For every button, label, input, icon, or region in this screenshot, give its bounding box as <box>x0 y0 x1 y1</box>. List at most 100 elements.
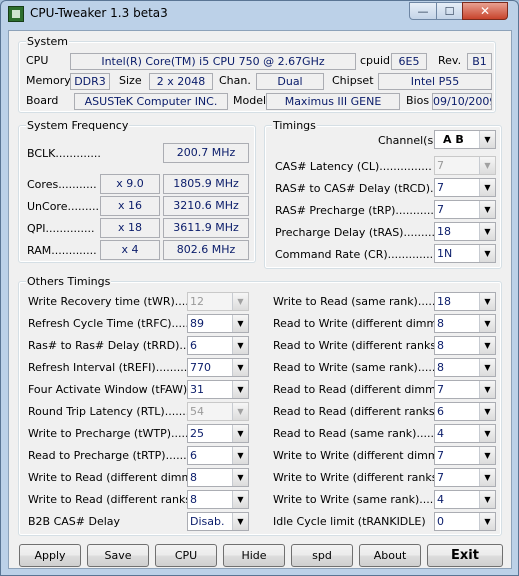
cpu-name-field: Intel(R) Core(TM) i5 CPU 750 @ 2.67GHz <box>70 53 356 70</box>
timing-label-trcd: RAS# to CAS# Delay (tRCD)....... <box>275 182 455 195</box>
left-timing-select[interactable]: 8 ▼ <box>187 490 249 509</box>
right-timing-value: 4 <box>437 427 444 440</box>
channels-label: Channel(s) <box>378 134 438 147</box>
left-timing-select[interactable]: 770 ▼ <box>187 358 249 377</box>
chevron-down-icon: ▼ <box>479 293 495 310</box>
cpuid-field: 6E5 <box>391 53 427 70</box>
left-timing-value: 6 <box>190 449 197 462</box>
chevron-down-icon: ▼ <box>479 513 495 530</box>
qpi-multiplier-field: x 18 <box>100 218 160 238</box>
uncore-frequency-field: 3210.6 MHz <box>163 196 249 216</box>
uncore-label: UnCore.......... <box>27 200 103 213</box>
left-timing-label: Write to Read (different ranks)..... <box>28 493 213 506</box>
chevron-down-icon: ▼ <box>232 359 248 376</box>
qpi-label: QPI.............. <box>27 222 95 235</box>
chevron-down-icon: ▼ <box>479 469 495 486</box>
trp-select[interactable]: 7 ▼ <box>434 200 496 219</box>
right-timing-select[interactable]: 6 ▼ <box>434 402 496 421</box>
ram-frequency-field: 802.6 MHz <box>163 240 249 260</box>
left-timing-label: Round Trip Latency (RTL)........... <box>28 405 204 418</box>
left-timing-select[interactable]: 6 ▼ <box>187 336 249 355</box>
right-timing-value: 8 <box>437 317 444 330</box>
system-frequency-heading: System Frequency <box>26 119 130 132</box>
bclk-label: BCLK............. <box>27 147 101 160</box>
chipset-label: Chipset <box>332 74 374 87</box>
window-title: CPU-Tweaker 1.3 beta3 <box>30 6 168 20</box>
apply-button[interactable]: Apply <box>19 544 81 567</box>
left-timing-select[interactable]: 54 ▼ <box>187 402 249 421</box>
memory-label: Memory <box>26 74 71 87</box>
left-timing-select[interactable]: 89 ▼ <box>187 314 249 333</box>
right-timing-select[interactable]: 8 ▼ <box>434 336 496 355</box>
right-timing-value: 18 <box>437 295 451 308</box>
chipset-field: Intel P55 <box>378 73 492 90</box>
right-timing-value: 7 <box>437 449 444 462</box>
chan-label: Chan. <box>219 74 251 87</box>
title-bar[interactable]: CPU-Tweaker 1.3 beta3 — ☐ ✕ <box>1 1 518 27</box>
hide-button[interactable]: Hide <box>223 544 285 567</box>
cpu-button[interactable]: CPU <box>155 544 217 567</box>
cas-latency-select[interactable]: 7 ▼ <box>434 156 496 175</box>
exit-button[interactable]: Exit <box>427 544 503 567</box>
right-timing-select[interactable]: 0 ▼ <box>434 512 496 531</box>
timings-heading: Timings <box>272 119 317 132</box>
client-area: System CPU Intel(R) Core(TM) i5 CPU 750 … <box>8 30 512 569</box>
chevron-down-icon: ▼ <box>232 381 248 398</box>
right-timing-select[interactable]: 8 ▼ <box>434 314 496 333</box>
left-timing-select[interactable]: 8 ▼ <box>187 468 249 487</box>
right-timing-value: 0 <box>437 515 444 528</box>
right-timing-value: 4 <box>437 493 444 506</box>
tras-select[interactable]: 18 ▼ <box>434 222 496 241</box>
right-timing-select[interactable]: 7 ▼ <box>434 468 496 487</box>
left-timing-value: 8 <box>190 493 197 506</box>
command-rate-select[interactable]: 1N ▼ <box>434 244 496 263</box>
save-button[interactable]: Save <box>87 544 149 567</box>
cpuid-label: cpuid <box>360 54 391 67</box>
right-timing-select[interactable]: 7 ▼ <box>434 380 496 399</box>
left-timing-value: 25 <box>190 427 204 440</box>
maximize-button[interactable]: ☐ <box>436 2 463 20</box>
size-label: Size <box>119 74 142 87</box>
cpu-label: CPU <box>26 54 49 67</box>
chevron-down-icon: ▼ <box>479 491 495 508</box>
left-timing-value: 6 <box>190 339 197 352</box>
left-timing-select[interactable]: 31 ▼ <box>187 380 249 399</box>
left-timing-value: Disab. <box>190 515 225 528</box>
cores-multiplier-field: x 9.0 <box>100 174 160 194</box>
right-timing-select[interactable]: 8 ▼ <box>434 358 496 377</box>
left-timing-value: 54 <box>190 405 204 418</box>
about-button[interactable]: About <box>359 544 421 567</box>
trcd-select[interactable]: 7 ▼ <box>434 178 496 197</box>
close-icon: ✕ <box>479 4 491 18</box>
chevron-down-icon: ▼ <box>232 293 248 310</box>
timings-group: Timings Channel(s) A B ▼ CAS# Latency (CL… <box>264 119 502 269</box>
right-timing-select[interactable]: 18 ▼ <box>434 292 496 311</box>
left-timing-select[interactable]: 12 ▼ <box>187 292 249 311</box>
cores-label: Cores........... <box>27 178 97 191</box>
left-timing-select[interactable]: Disab. ▼ <box>187 512 249 531</box>
left-timing-value: 31 <box>190 383 204 396</box>
chevron-down-icon: ▼ <box>232 403 248 420</box>
rev-label: Rev. <box>438 54 462 67</box>
spd-button[interactable]: spd <box>291 544 353 567</box>
close-button[interactable]: ✕ <box>462 2 508 20</box>
left-timing-select[interactable]: 6 ▼ <box>187 446 249 465</box>
chevron-down-icon: ▼ <box>232 315 248 332</box>
memory-type-field: DDR3 <box>70 73 110 90</box>
model-field: Maximus III GENE <box>266 93 400 110</box>
right-timing-select[interactable]: 7 ▼ <box>434 446 496 465</box>
left-timing-label: Refresh Cycle Time (tRFC).......... <box>28 317 207 330</box>
left-timing-label: Write Recovery time (tWR).......... <box>28 295 210 308</box>
right-timing-select[interactable]: 4 ▼ <box>434 424 496 443</box>
chevron-down-icon: ▼ <box>479 157 495 174</box>
left-timing-select[interactable]: 25 ▼ <box>187 424 249 443</box>
cas-latency-value: 7 <box>437 159 444 172</box>
channels-select[interactable]: A B ▼ <box>434 130 496 149</box>
chevron-down-icon: ▼ <box>479 223 495 240</box>
channels-value: A B <box>443 133 464 146</box>
chevron-down-icon: ▼ <box>479 447 495 464</box>
minimize-button[interactable]: — <box>409 2 437 20</box>
qpi-frequency-field: 3611.9 MHz <box>163 218 249 238</box>
others-timings-heading: Others Timings <box>26 275 112 288</box>
right-timing-select[interactable]: 4 ▼ <box>434 490 496 509</box>
